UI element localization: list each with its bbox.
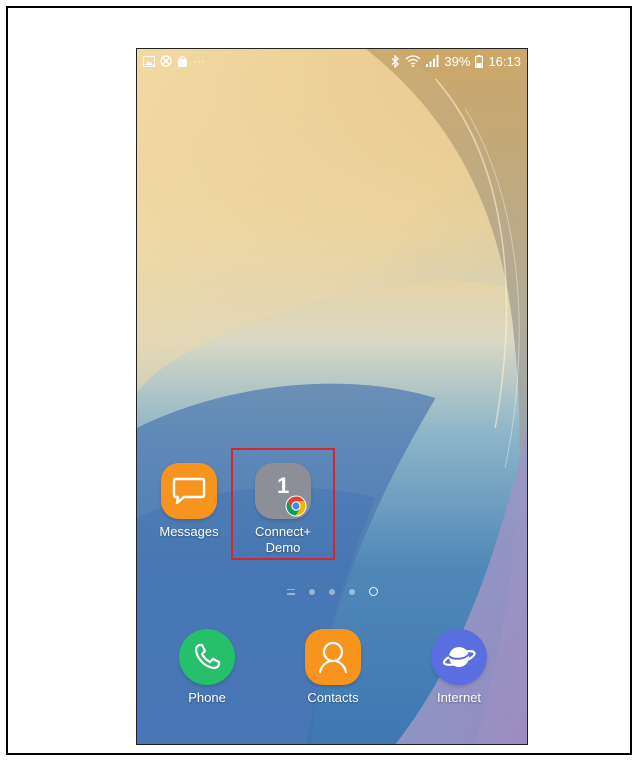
page-dot[interactable]: [328, 588, 335, 595]
screenshot-frame: ··· 39% 16:13 Messages 1 Connect+ Demo P…: [6, 6, 632, 755]
app-label: Internet: [436, 690, 482, 705]
phone-screen: ··· 39% 16:13 Messages 1 Connect+ Demo P…: [136, 48, 528, 745]
app-label: Phone: [188, 690, 226, 705]
person-icon: [318, 641, 348, 674]
gallery-icon: [143, 55, 155, 67]
battery-percent: 39%: [444, 53, 471, 69]
chat-bubble-icon: [172, 477, 206, 505]
app-label: Messages: [159, 524, 219, 539]
page-dot-active[interactable]: [368, 587, 378, 596]
app-phone[interactable]: Phone: [167, 629, 247, 706]
phone-handset-icon: [194, 643, 221, 670]
home-page-indicator[interactable]: [286, 588, 295, 595]
highlight-box: [231, 448, 335, 560]
wifi-icon: [405, 55, 421, 67]
page-dot[interactable]: [348, 588, 355, 595]
battery-icon: [475, 54, 484, 68]
phone-app-icon[interactable]: [179, 629, 235, 685]
app-contacts[interactable]: Contacts: [293, 629, 373, 706]
page-indicator[interactable]: [137, 587, 527, 596]
app-internet[interactable]: Internet: [419, 629, 499, 706]
system-icons: 39% 16:13: [391, 54, 521, 69]
internet-app-icon[interactable]: [431, 629, 487, 685]
app-messages[interactable]: Messages: [149, 463, 229, 540]
messages-app-icon[interactable]: [161, 463, 217, 519]
more-dots-icon: ···: [193, 54, 205, 68]
blocked-icon: [160, 55, 172, 67]
app-label: Contacts: [307, 690, 359, 705]
notification-icons: ···: [143, 54, 205, 68]
bluetooth-icon: [391, 54, 400, 68]
planet-icon: [442, 647, 476, 667]
clock: 16:13: [488, 53, 521, 69]
status-bar: ··· 39% 16:13: [137, 49, 527, 73]
signal-icon: [426, 55, 439, 67]
contacts-app-icon[interactable]: [305, 629, 361, 685]
shopping-bag-icon: [177, 55, 188, 67]
page-dot[interactable]: [308, 588, 315, 595]
